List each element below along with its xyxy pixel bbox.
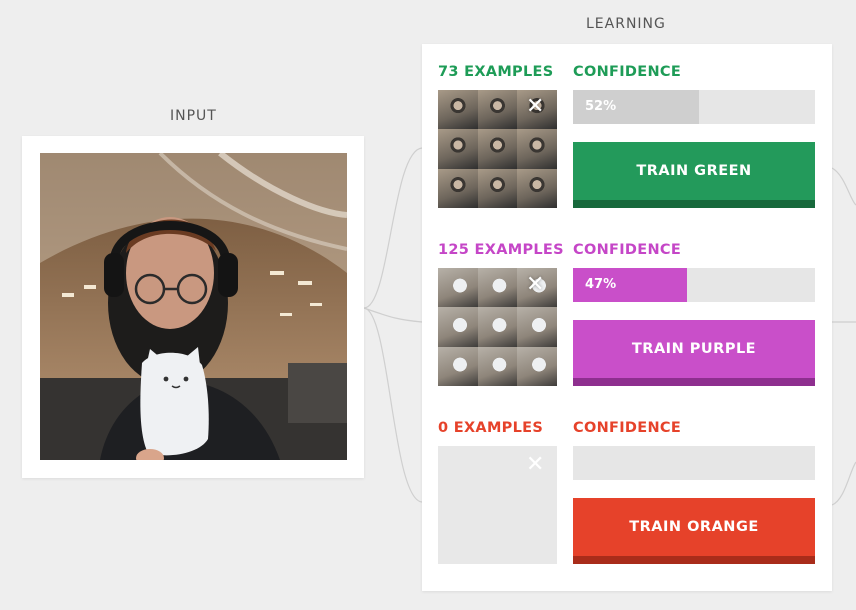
- train-green-button[interactable]: TRAIN GREEN: [573, 142, 815, 208]
- example-thumbnail: [517, 307, 557, 347]
- examples-count: 0 EXAMPLES: [438, 420, 544, 436]
- train-purple-button[interactable]: TRAIN PURPLE: [573, 320, 815, 386]
- example-thumbnail: [438, 268, 478, 308]
- learning-panel: 73 EXAMPLES CONFIDENCE ✕ 52% TRAIN GREEN…: [422, 44, 832, 591]
- example-thumbnail: [438, 346, 478, 386]
- input-panel: [22, 136, 364, 478]
- train-button-label: TRAIN PURPLE: [631, 341, 757, 357]
- example-thumbnail: [477, 346, 518, 386]
- example-thumbnail: [517, 168, 557, 208]
- webcam-image: [40, 153, 347, 460]
- examples-count: 125 EXAMPLES: [438, 242, 564, 258]
- example-thumbnail: [477, 307, 518, 347]
- example-thumbnails-empty: ✕: [438, 446, 557, 564]
- confidence-value: 52%: [585, 99, 617, 114]
- close-icon[interactable]: ✕: [526, 96, 544, 118]
- example-thumbnail: [438, 307, 478, 347]
- example-thumbnail: [438, 90, 478, 130]
- learning-section-title: LEARNING: [586, 16, 666, 32]
- confidence-label: CONFIDENCE: [573, 64, 682, 80]
- train-button-label: TRAIN ORANGE: [629, 519, 759, 535]
- class-row-purple: 125 EXAMPLES CONFIDENCE ✕ 47% TRAIN PURP…: [422, 222, 832, 392]
- close-icon[interactable]: ✕: [526, 454, 544, 476]
- class-row-green: 73 EXAMPLES CONFIDENCE ✕ 52% TRAIN GREEN: [422, 44, 832, 214]
- confidence-bar: [573, 446, 815, 480]
- example-thumbnail: [477, 90, 518, 130]
- confidence-label: CONFIDENCE: [573, 242, 682, 258]
- close-icon[interactable]: ✕: [526, 274, 544, 296]
- example-thumbnail: [517, 129, 557, 169]
- train-orange-button[interactable]: TRAIN ORANGE: [573, 498, 815, 564]
- example-thumbnail: [438, 168, 478, 208]
- confidence-bar: 52%: [573, 90, 815, 124]
- train-button-label: TRAIN GREEN: [636, 163, 752, 179]
- example-thumbnail: [438, 129, 478, 169]
- examples-count: 73 EXAMPLES: [438, 64, 554, 80]
- example-thumbnail: [477, 168, 518, 208]
- confidence-value: 47%: [585, 277, 617, 292]
- confidence-label: CONFIDENCE: [573, 420, 682, 436]
- input-section-title: INPUT: [170, 108, 217, 124]
- webcam-feed: [40, 153, 347, 460]
- example-thumbnail: [477, 268, 518, 308]
- example-thumbnail: [517, 346, 557, 386]
- confidence-bar: 47%: [573, 268, 815, 302]
- class-row-orange: 0 EXAMPLES CONFIDENCE ✕ TRAIN ORANGE: [422, 400, 832, 570]
- example-thumbnail: [477, 129, 518, 169]
